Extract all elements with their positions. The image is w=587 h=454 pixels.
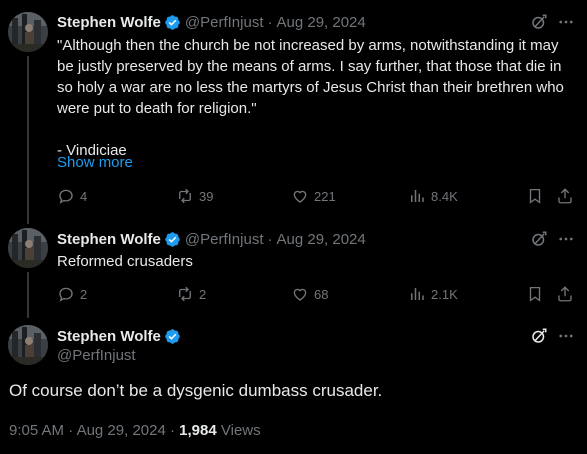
like-button[interactable]: 68: [291, 285, 328, 303]
views-icon: [408, 285, 426, 303]
bookmark-icon[interactable]: [526, 187, 544, 205]
author-name[interactable]: Stephen Wolfe: [57, 14, 161, 31]
verified-badge-icon: [164, 14, 181, 31]
share-icon[interactable]: [556, 187, 574, 205]
grok-icon[interactable]: [530, 327, 548, 345]
main-tweet-text: Of course don’t be a dysgenic dumbass cr…: [9, 381, 383, 400]
author-handle[interactable]: @PerfInjust: [57, 347, 136, 364]
repost-button[interactable]: 2: [176, 285, 206, 303]
like-button[interactable]: 221: [291, 187, 336, 205]
repost-count: 2: [199, 286, 207, 302]
reply-count: 2: [80, 286, 88, 302]
views-label: Views: [220, 422, 261, 439]
tweet-text: "Although then the church be not increas…: [57, 37, 564, 159]
views-count: 2.1K: [431, 286, 458, 302]
reply-button[interactable]: 2: [57, 285, 87, 303]
tweet-date[interactable]: Aug 29, 2024: [277, 231, 366, 248]
separator-dot: ·: [68, 422, 74, 439]
verified-badge-icon: [164, 231, 181, 248]
show-more-link[interactable]: Show more: [57, 154, 133, 171]
more-options-icon[interactable]: [557, 230, 575, 248]
verified-badge-icon: [164, 328, 181, 345]
separator-dot: ·: [267, 230, 273, 248]
repost-button[interactable]: 39: [176, 187, 213, 205]
repost-icon: [176, 187, 194, 205]
grok-icon[interactable]: [530, 230, 548, 248]
tweet-date[interactable]: Aug 29, 2024: [277, 14, 366, 31]
thread-line: [27, 56, 29, 224]
main-tweet-footer: 9:05 AM · Aug 29, 2024 · 1,984 Views: [9, 422, 261, 439]
reply-icon: [57, 187, 75, 205]
views-icon: [408, 187, 426, 205]
author-handle[interactable]: @PerfInjust: [185, 14, 264, 31]
tweet-time[interactable]: 9:05 AM: [9, 422, 64, 439]
heart-icon: [291, 285, 309, 303]
tweet-header: Stephen Wolfe @PerfInjust · Aug 29, 2024: [57, 12, 366, 32]
tweet-text: Reformed crusaders: [57, 253, 193, 270]
reply-icon: [57, 285, 75, 303]
main-tweet-author: Stephen Wolfe: [57, 326, 181, 346]
repost-icon: [176, 285, 194, 303]
share-icon[interactable]: [556, 285, 574, 303]
avatar[interactable]: [8, 228, 48, 268]
views-count: 8.4K: [431, 188, 458, 204]
more-options-icon[interactable]: [557, 327, 575, 345]
thread-line: [27, 272, 29, 318]
views-total: 1,984: [179, 422, 217, 439]
repost-count: 39: [199, 188, 214, 204]
grok-icon[interactable]: [530, 13, 548, 31]
more-options-icon[interactable]: [557, 13, 575, 31]
tweet-date[interactable]: Aug 29, 2024: [77, 422, 166, 439]
reply-count: 4: [80, 188, 88, 204]
like-count: 68: [314, 286, 329, 302]
author-name[interactable]: Stephen Wolfe: [57, 231, 161, 248]
like-count: 221: [314, 188, 336, 204]
heart-icon: [291, 187, 309, 205]
author-handle[interactable]: @PerfInjust: [185, 231, 264, 248]
bookmark-icon[interactable]: [526, 285, 544, 303]
separator-dot: ·: [267, 13, 273, 31]
avatar[interactable]: [8, 12, 48, 52]
author-name[interactable]: Stephen Wolfe: [57, 328, 161, 345]
separator-dot: ·: [169, 422, 175, 439]
views-button[interactable]: 2.1K: [408, 285, 458, 303]
views-button[interactable]: 8.4K: [408, 187, 458, 205]
reply-button[interactable]: 4: [57, 187, 87, 205]
tweet-header: Stephen Wolfe @PerfInjust · Aug 29, 2024: [57, 229, 366, 249]
avatar[interactable]: [8, 325, 48, 365]
